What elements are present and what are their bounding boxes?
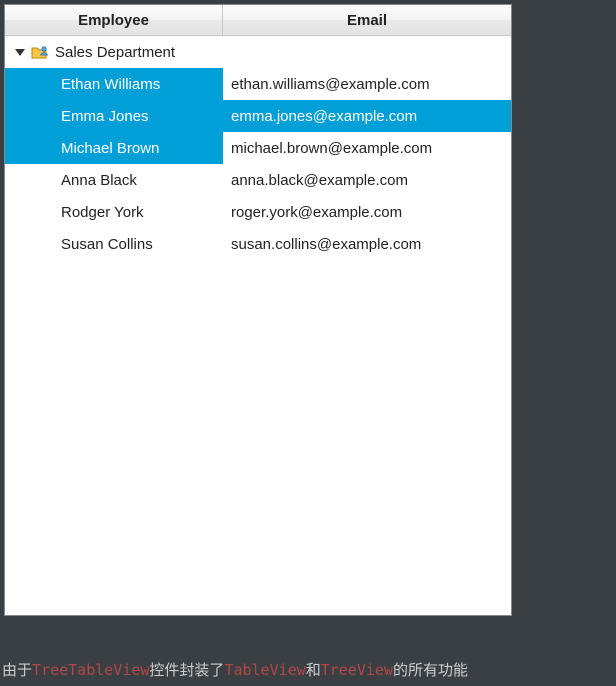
caption-part: 由于 — [2, 662, 32, 679]
table-row[interactable]: Emma Jones emma.jones@example.com — [5, 100, 511, 132]
tree-parent-row[interactable]: Sales Department — [5, 36, 511, 68]
column-header-email[interactable]: Email — [223, 5, 511, 35]
table-row[interactable]: Anna Black anna.black@example.com — [5, 164, 511, 196]
table-row[interactable]: Ethan Williams ethan.williams@example.co… — [5, 68, 511, 100]
tree-table-view[interactable]: Employee Email Sales Department Ethan Wi… — [4, 4, 512, 616]
employee-name-cell: Emma Jones — [5, 100, 223, 132]
employee-email-cell: ethan.williams@example.com — [223, 68, 511, 100]
employee-email-cell: anna.black@example.com — [223, 164, 511, 196]
department-icon — [31, 45, 49, 59]
table-row[interactable]: Rodger York roger.york@example.com — [5, 196, 511, 228]
table-header-row: Employee Email — [5, 5, 511, 36]
employee-name-cell: Rodger York — [5, 196, 223, 228]
employee-email-cell: susan.collins@example.com — [223, 228, 511, 260]
tree-parent-email-cell — [223, 36, 511, 68]
employee-name-cell: Anna Black — [5, 164, 223, 196]
employee-name-cell: Michael Brown — [5, 132, 223, 164]
employee-name-cell: Susan Collins — [5, 228, 223, 260]
caption-part: 控件封装了 — [149, 662, 224, 679]
code-literal: TableView — [224, 661, 305, 679]
employee-name-cell: Ethan Williams — [5, 68, 223, 100]
employee-email-cell: roger.york@example.com — [223, 196, 511, 228]
employee-email-cell: michael.brown@example.com — [223, 132, 511, 164]
table-body: Sales Department Ethan Williams ethan.wi… — [5, 36, 511, 615]
caption-text: 由于TreeTableView控件封装了TableView和TreeView的所… — [2, 659, 468, 680]
code-literal: TreeView — [321, 661, 393, 679]
caption-part: 和 — [306, 662, 321, 679]
code-literal: TreeTableView — [32, 661, 149, 679]
employee-email-cell: emma.jones@example.com — [223, 100, 511, 132]
table-row[interactable]: Susan Collins susan.collins@example.com — [5, 228, 511, 260]
department-name: Sales Department — [55, 44, 175, 61]
column-header-employee[interactable]: Employee — [5, 5, 223, 35]
disclosure-triangle-icon[interactable] — [15, 49, 25, 56]
tree-parent-cell: Sales Department — [5, 36, 223, 68]
table-row[interactable]: Michael Brown michael.brown@example.com — [5, 132, 511, 164]
caption-part: 的所有功能 — [393, 662, 468, 679]
